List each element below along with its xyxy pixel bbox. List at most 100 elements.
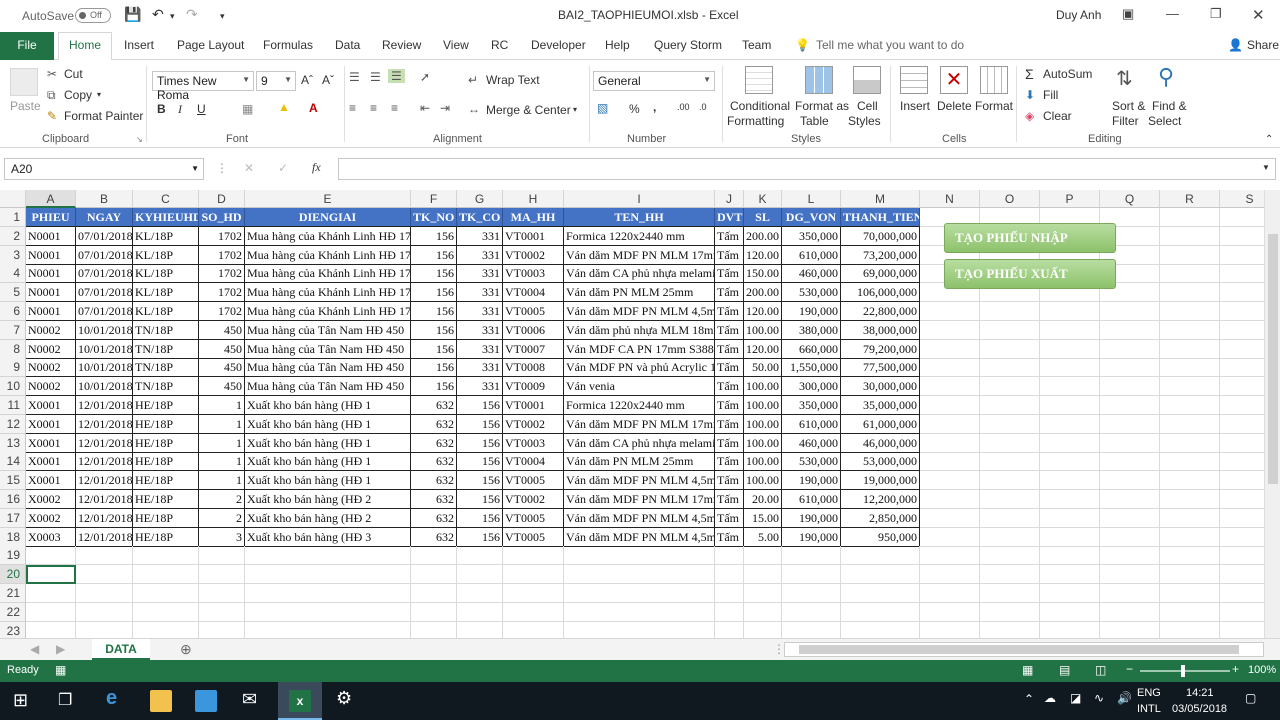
- autosave-toggle[interactable]: Off: [75, 8, 111, 23]
- table-cell[interactable]: 10/01/2018: [76, 377, 133, 397]
- table-cell[interactable]: 200.00: [744, 226, 782, 246]
- table-cell[interactable]: VT0003: [503, 264, 564, 284]
- tab-view[interactable]: View: [443, 38, 469, 52]
- empty-cell[interactable]: [564, 621, 715, 638]
- table-cell[interactable]: 150.00: [744, 264, 782, 284]
- empty-cell[interactable]: [1040, 527, 1100, 547]
- windows-start-icon[interactable]: ⊞: [13, 690, 28, 711]
- empty-cell[interactable]: [1100, 396, 1160, 415]
- column-header-o[interactable]: O: [980, 190, 1040, 208]
- table-cell[interactable]: 610,000: [782, 490, 841, 509]
- table-cell[interactable]: HE/18P: [133, 433, 199, 453]
- table-cell[interactable]: 73,200,000: [841, 245, 920, 265]
- table-cell[interactable]: 450: [199, 320, 245, 340]
- table-cell[interactable]: 22,800,000: [841, 302, 920, 321]
- empty-cell[interactable]: [457, 565, 503, 585]
- column-header-k[interactable]: K: [744, 190, 782, 208]
- table-cell[interactable]: 450: [199, 377, 245, 397]
- column-header-n[interactable]: N: [920, 190, 980, 208]
- align-top-icon[interactable]: ☰: [349, 70, 360, 84]
- empty-cell[interactable]: [980, 621, 1040, 638]
- empty-cell[interactable]: [133, 602, 199, 622]
- table-cell[interactable]: N0002: [26, 358, 76, 378]
- volume-icon[interactable]: 🔊: [1117, 691, 1132, 705]
- vertical-scrollbar[interactable]: [1264, 190, 1280, 638]
- close-icon[interactable]: ✕: [1252, 6, 1265, 24]
- table-cell[interactable]: 632: [411, 490, 457, 509]
- table-cell[interactable]: VT0009: [503, 377, 564, 397]
- empty-cell[interactable]: [980, 339, 1040, 359]
- empty-cell[interactable]: [980, 396, 1040, 415]
- empty-cell[interactable]: [457, 584, 503, 603]
- table-cell[interactable]: 100.00: [744, 320, 782, 340]
- empty-cell[interactable]: [744, 546, 782, 566]
- table-header-cell[interactable]: TEN_HH: [564, 208, 715, 227]
- empty-cell[interactable]: [920, 546, 980, 566]
- align-middle-icon[interactable]: ☰: [370, 70, 381, 84]
- merge-dropdown-icon[interactable]: ▾: [573, 105, 577, 114]
- table-cell[interactable]: 460,000: [782, 264, 841, 284]
- table-cell[interactable]: 331: [457, 339, 503, 359]
- empty-cell[interactable]: [1100, 602, 1160, 622]
- table-cell[interactable]: 12/01/2018: [76, 414, 133, 434]
- empty-cell[interactable]: [980, 414, 1040, 434]
- clipboard-launcher-icon[interactable]: ↘: [136, 135, 143, 144]
- empty-cell[interactable]: [920, 339, 980, 359]
- table-cell[interactable]: HE/18P: [133, 414, 199, 434]
- row-header-20[interactable]: 20: [0, 565, 26, 585]
- column-header-a[interactable]: A: [26, 190, 76, 208]
- empty-cell[interactable]: [503, 546, 564, 566]
- table-cell[interactable]: KL/18P: [133, 226, 199, 246]
- settings-icon[interactable]: ⚙: [336, 688, 352, 709]
- table-cell[interactable]: 2: [199, 490, 245, 509]
- table-cell[interactable]: Tấm: [715, 302, 744, 321]
- redo-icon[interactable]: ↷: [186, 6, 198, 23]
- cancel-entry-icon[interactable]: ✕: [244, 161, 254, 175]
- increase-indent-icon[interactable]: ⇥: [440, 101, 450, 115]
- empty-cell[interactable]: [1100, 320, 1160, 340]
- empty-cell[interactable]: [920, 490, 980, 509]
- table-cell[interactable]: Tấm: [715, 358, 744, 378]
- table-cell[interactable]: 120.00: [744, 302, 782, 321]
- table-cell[interactable]: 331: [457, 320, 503, 340]
- empty-cell[interactable]: [1160, 264, 1220, 284]
- table-cell[interactable]: Xuất kho bán hàng (HĐ 3: [245, 527, 411, 547]
- macro-record-icon[interactable]: ▦: [55, 663, 66, 677]
- table-cell[interactable]: 610,000: [782, 245, 841, 265]
- table-header-cell[interactable]: KYHIEUHD: [133, 208, 199, 227]
- table-cell[interactable]: Xuất kho bán hàng (HĐ 1: [245, 414, 411, 434]
- zoom-in-icon[interactable]: +: [1232, 662, 1239, 676]
- column-header-g[interactable]: G: [457, 190, 503, 208]
- empty-cell[interactable]: [199, 602, 245, 622]
- empty-cell[interactable]: [1040, 377, 1100, 397]
- mail-icon[interactable]: ✉: [242, 689, 257, 710]
- horizontal-scrollbar[interactable]: [784, 642, 1264, 657]
- table-cell[interactable]: 610,000: [782, 414, 841, 434]
- row-header-16[interactable]: 16: [0, 490, 26, 509]
- cell-styles-label-2[interactable]: Styles: [848, 114, 881, 128]
- empty-cell[interactable]: [920, 602, 980, 622]
- zoom-slider[interactable]: [1140, 665, 1230, 677]
- format-cells-button[interactable]: Format: [975, 99, 1013, 113]
- table-cell[interactable]: 190,000: [782, 302, 841, 321]
- table-cell[interactable]: 350,000: [782, 396, 841, 415]
- table-cell[interactable]: Ván dăm CA phủ nhựa melamine: [564, 433, 715, 453]
- zoom-out-icon[interactable]: −: [1126, 662, 1133, 676]
- empty-cell[interactable]: [1160, 452, 1220, 472]
- empty-cell[interactable]: [1160, 621, 1220, 638]
- table-cell[interactable]: N0002: [26, 320, 76, 340]
- empty-cell[interactable]: [920, 621, 980, 638]
- empty-cell[interactable]: [245, 602, 411, 622]
- table-cell[interactable]: Tấm: [715, 283, 744, 303]
- table-cell[interactable]: X0001: [26, 396, 76, 415]
- normal-view-icon[interactable]: ▦: [1022, 663, 1033, 677]
- table-cell[interactable]: N0002: [26, 377, 76, 397]
- decrease-indent-icon[interactable]: ⇤: [420, 101, 430, 115]
- empty-cell[interactable]: [841, 546, 920, 566]
- table-cell[interactable]: 1: [199, 471, 245, 491]
- table-cell[interactable]: 300,000: [782, 377, 841, 397]
- empty-cell[interactable]: [920, 302, 980, 321]
- table-cell[interactable]: VT0007: [503, 339, 564, 359]
- table-cell[interactable]: VT0001: [503, 396, 564, 415]
- sheet-tab-data[interactable]: DATA: [92, 639, 150, 660]
